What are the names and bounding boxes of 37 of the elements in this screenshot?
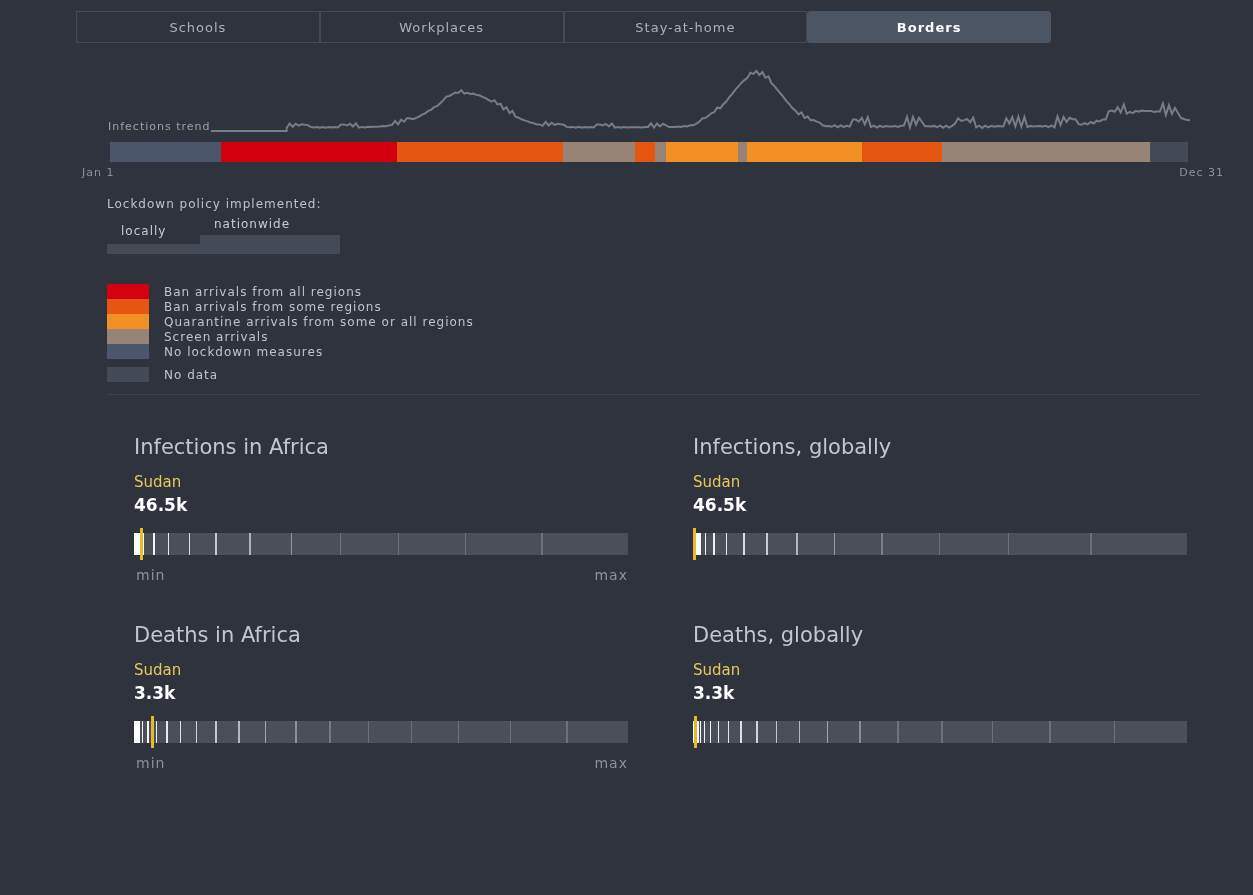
min-label: min: [135, 755, 166, 771]
country-name: Sudan: [134, 661, 183, 679]
legend-label: No data: [164, 367, 219, 382]
value-label: 46.5k: [693, 495, 748, 515]
legend-label: Ban arrivals from all regions: [164, 284, 362, 299]
legend-swatch: [107, 314, 149, 329]
min-label: min: [135, 567, 166, 583]
country-name: Sudan: [693, 473, 742, 491]
legend-swatch: [107, 329, 149, 344]
legend-swatch: [107, 344, 149, 359]
nationwide-label: nationwide: [213, 217, 292, 233]
trend-label: Infections trend: [108, 120, 211, 133]
tab[interactable]: Stay-at-home: [563, 11, 808, 43]
legend-title: Lockdown policy implemented:: [107, 197, 323, 211]
legend-swatch: [107, 299, 149, 314]
panel-title: Infections in Africa: [134, 435, 330, 459]
max-label: max: [593, 567, 628, 583]
panel-title: Deaths in Africa: [134, 623, 302, 647]
legend-label: Quarantine arrivals from some or all regions: [164, 314, 474, 329]
panel-title: Deaths, globally: [693, 623, 865, 647]
value-label: 46.5k: [134, 495, 189, 515]
locally-label: locally: [120, 224, 168, 240]
tab[interactable]: Schools: [76, 11, 320, 43]
start-date-label: Jan 1: [82, 166, 115, 179]
legend-swatch: [107, 284, 149, 299]
value-label: 3.3k: [134, 683, 177, 703]
tab[interactable]: Borders: [807, 11, 1051, 43]
panel-title: Infections, globally: [693, 435, 893, 459]
country-name: Sudan: [134, 473, 183, 491]
max-label: max: [593, 755, 628, 771]
legend-label: No lockdown measures: [164, 344, 324, 359]
legend-label: Ban arrivals from some regions: [164, 299, 382, 314]
value-label: 3.3k: [693, 683, 736, 703]
end-date-label: Dec 31: [1179, 166, 1224, 179]
country-name: Sudan: [693, 661, 742, 679]
legend-label: Screen arrivals: [164, 329, 269, 344]
tab[interactable]: Workplaces: [319, 11, 564, 43]
